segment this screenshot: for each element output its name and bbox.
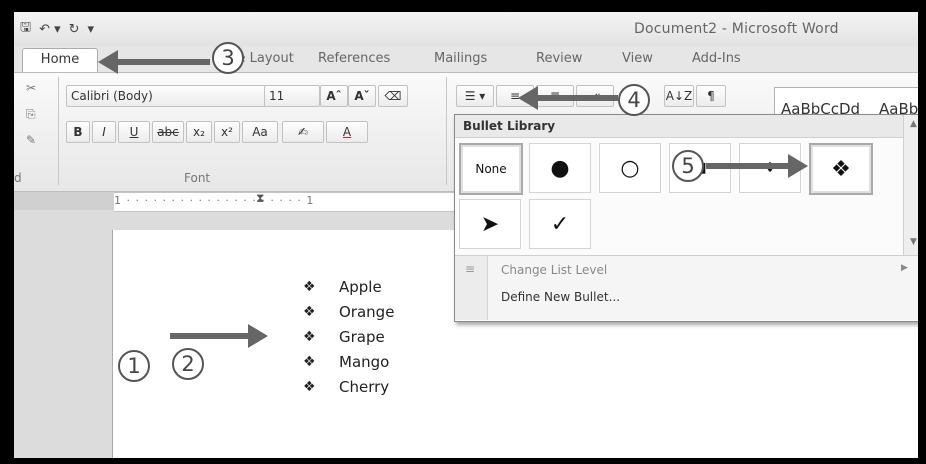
arrow-to-bullet-list <box>170 324 268 348</box>
arrow-to-bullets-button <box>518 86 618 110</box>
arrow-to-diamond-bullet <box>706 154 808 178</box>
callout-arrows <box>98 50 808 348</box>
arrow-to-home-tab <box>98 50 210 74</box>
word-window: 🖫 ↶ ▾ ↻ ▾ Document2 - Microsoft Word Pag… <box>14 12 918 458</box>
